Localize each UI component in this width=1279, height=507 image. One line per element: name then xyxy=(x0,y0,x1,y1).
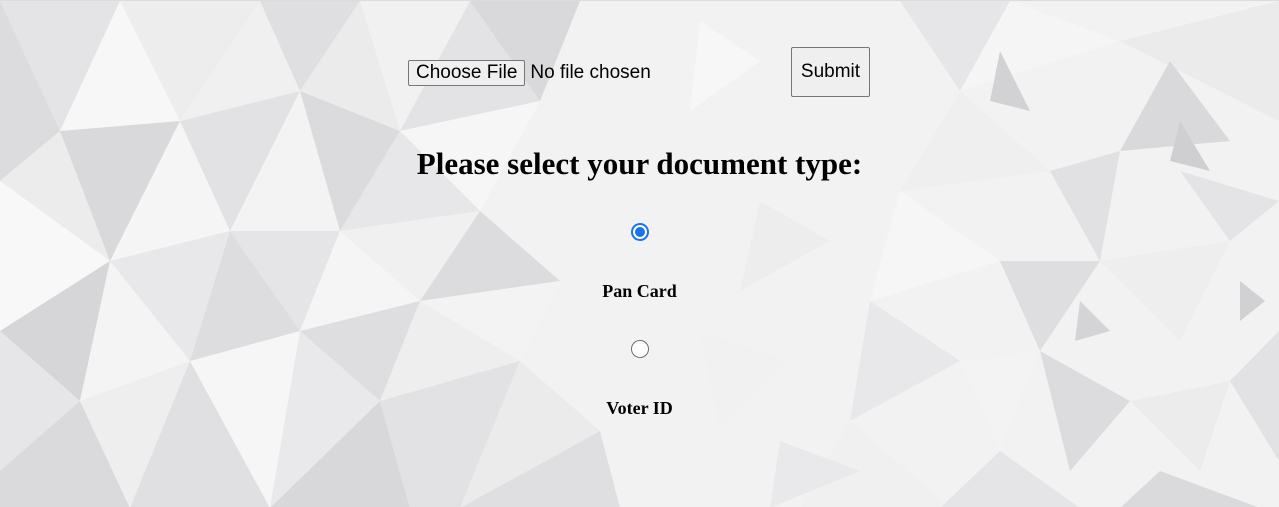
file-input[interactable]: Choose File No file chosen xyxy=(408,59,651,86)
page: Choose File No file chosen Submit Please… xyxy=(0,0,1279,507)
radio-pan-card[interactable] xyxy=(631,223,649,241)
upload-form: Choose File No file chosen Submit Please… xyxy=(0,1,1279,507)
file-status-text: No file chosen xyxy=(530,61,651,83)
submit-button[interactable]: Submit xyxy=(791,47,870,97)
page-heading: Please select your document type: xyxy=(416,146,863,181)
label-voter-id: Voter ID xyxy=(606,398,673,418)
choose-file-button[interactable]: Choose File xyxy=(408,59,526,86)
label-pan-card: Pan Card xyxy=(602,281,677,301)
radio-voter-id[interactable] xyxy=(631,340,649,358)
